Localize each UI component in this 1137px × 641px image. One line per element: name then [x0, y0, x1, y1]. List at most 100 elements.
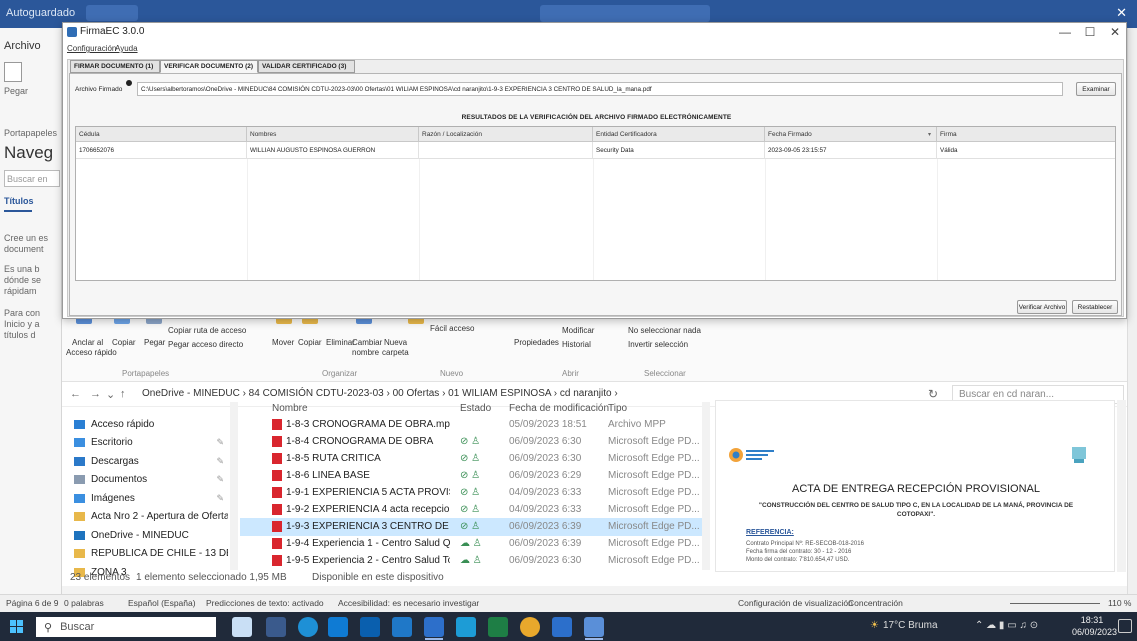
file-row[interactable]: 1-9-4 Experiencia 1 - Centro Salud Quero…: [240, 535, 703, 553]
column-header-status[interactable]: Estado: [460, 403, 491, 414]
file-row[interactable]: 1-8-5 RUTA CRITICA ⊘ ♙ 06/09/2023 6:30 Micr…: [240, 450, 703, 468]
minimize-icon[interactable]: —: [1055, 25, 1075, 39]
properties-label[interactable]: Propiedades: [514, 338, 559, 347]
file-row[interactable]: 1-8-4 CRONOGRAMA DE OBRA ⊘ ♙ 06/09/2023 6:…: [240, 433, 703, 451]
zoom-level[interactable]: 110 %: [1108, 598, 1131, 608]
file-row[interactable]: 1-8-3 CRONOGRAMA DE OBRA.mpp 05/09/2023 1…: [240, 416, 703, 434]
paste-label[interactable]: Pegar: [144, 338, 165, 347]
nav-item[interactable]: Descargas ✎: [68, 452, 228, 470]
word-paste-label[interactable]: Pegar: [4, 86, 28, 96]
autosave-label[interactable]: Autoguardado: [6, 7, 75, 19]
menu-help[interactable]: Ayuda: [115, 44, 138, 53]
file-list-scrollbar[interactable]: [702, 402, 710, 570]
word-scrollbar[interactable]: [1127, 28, 1137, 598]
language-indicator[interactable]: Español (España): [128, 598, 196, 608]
copy-path-button[interactable]: Copiar ruta de acceso: [168, 326, 246, 335]
word-search-box[interactable]: [540, 5, 710, 22]
pin-icon[interactable]: ✎: [216, 474, 224, 485]
new-folder-label-2[interactable]: carpeta: [382, 348, 409, 357]
preview-scrollbar[interactable]: [1117, 400, 1126, 572]
weather-widget[interactable]: ☀ 17°C Bruma: [870, 620, 938, 631]
word-close-icon[interactable]: ✕: [1116, 5, 1127, 21]
nav-item[interactable]: Acceso rápido: [68, 415, 228, 433]
column-header-razon[interactable]: Razón / Localización: [419, 127, 593, 142]
column-header-date[interactable]: Fecha de modificación: [509, 403, 609, 414]
reset-button[interactable]: Restablecer: [1072, 300, 1118, 314]
column-header-fecha[interactable]: Fecha Firmado: [765, 127, 937, 142]
select-none-button[interactable]: No seleccionar nada: [628, 326, 701, 335]
tab-verify-document[interactable]: VERIFICAR DOCUMENTO (2): [160, 60, 258, 73]
back-icon[interactable]: ←: [70, 388, 81, 400]
column-header-firma[interactable]: Firma: [937, 127, 1115, 142]
system-tray-icons[interactable]: ⌃ ☁ ▮ ▭ ♫ ⊙: [975, 620, 1038, 631]
nav-search-input[interactable]: Buscar en: [4, 170, 60, 187]
windows-start-icon[interactable]: [10, 620, 23, 633]
mail-icon[interactable]: [360, 617, 380, 637]
nav-item[interactable]: OneDrive - MINEDUC: [68, 526, 228, 544]
file-row[interactable]: 1-9-5 Experiencia 2 - Centro Salud Totor…: [240, 552, 703, 570]
nav-tab-titles[interactable]: Títulos: [4, 196, 34, 206]
tab-sign-document[interactable]: FIRMAR DOCUMENTO (1): [70, 60, 160, 73]
pin-label[interactable]: Anclar al: [72, 338, 103, 347]
copy-to-label[interactable]: Copiar: [298, 338, 322, 347]
nav-item[interactable]: Imágenes ✎: [68, 489, 228, 507]
verify-file-button[interactable]: Verificar Archivo: [1017, 300, 1067, 314]
menu-configuration[interactable]: Configuración: [67, 44, 116, 53]
delete-label[interactable]: Eliminar: [326, 338, 355, 347]
invert-selection-button[interactable]: Invertir selección: [628, 340, 688, 349]
column-header-cedula[interactable]: Cédula: [76, 127, 247, 142]
word-count[interactable]: 0 palabras: [64, 598, 104, 608]
file-row[interactable]: 1-9-2 EXPERIENCIA 4 acta recepcion pro..…: [240, 501, 703, 519]
nav-scrollbar[interactable]: [230, 402, 238, 570]
move-to-label[interactable]: Mover: [272, 338, 294, 347]
table-row[interactable]: 1706652076 WILLIAN AUGUSTO ESPINOSA GUER…: [76, 142, 1115, 159]
column-header-type[interactable]: Tipo: [608, 403, 627, 414]
app-icon[interactable]: [552, 617, 572, 637]
paste-icon[interactable]: [4, 62, 22, 82]
tab-validate-certificate[interactable]: VALIDAR CERTIFICADO (3): [258, 60, 355, 73]
close-icon[interactable]: ✕: [1105, 25, 1125, 39]
maximize-icon[interactable]: ☐: [1080, 25, 1100, 39]
app-icon[interactable]: [456, 617, 476, 637]
copy-label[interactable]: Copiar: [112, 338, 136, 347]
paste-shortcut-button[interactable]: Pegar acceso directo: [168, 340, 243, 349]
onedrive-icon[interactable]: [392, 617, 412, 637]
rename-label[interactable]: Cambiar: [352, 338, 382, 347]
column-header-entidad[interactable]: Entidad Certificadora: [593, 127, 765, 142]
text-predictions-status[interactable]: Predicciones de texto: activado: [206, 598, 324, 608]
notification-icon[interactable]: [1118, 619, 1132, 633]
refresh-icon[interactable]: ↻: [928, 387, 938, 401]
breadcrumb[interactable]: OneDrive - MINEDUC › 84 COMISIÓN CDTU-20…: [142, 388, 618, 399]
page-indicator[interactable]: Página 6 de 9: [6, 598, 58, 608]
nav-item[interactable]: Acta Nro 2 - Apertura de Ofertas: [68, 508, 228, 526]
display-settings-button[interactable]: Configuración de visualización: [738, 598, 853, 608]
nav-item[interactable]: REPUBLICA DE CHILE - 13 DE MAY: [68, 545, 228, 563]
rename-label-2[interactable]: nombre: [352, 348, 379, 357]
word-icon[interactable]: [424, 617, 444, 637]
task-view-icon[interactable]: [266, 617, 286, 637]
edge-icon[interactable]: [298, 617, 318, 637]
pin-icon[interactable]: ✎: [216, 456, 224, 467]
pin-icon[interactable]: ✎: [216, 493, 224, 504]
signed-file-path-field[interactable]: C:\Users\albertoramos\OneDrive - MINEDUC…: [137, 82, 1063, 96]
taskbar-search-input[interactable]: ⚲ Buscar: [36, 617, 216, 637]
quick-access-toolbar[interactable]: [86, 5, 138, 21]
quick-access-label[interactable]: Acceso rápido: [66, 348, 117, 357]
chrome-icon[interactable]: [520, 617, 540, 637]
file-row[interactable]: 1-9-3 EXPERIENCIA 3 CENTRO DE SALUD... ⊘ …: [240, 518, 703, 536]
pin-icon[interactable]: ✎: [216, 437, 224, 448]
store-icon[interactable]: [328, 617, 348, 637]
forward-icon[interactable]: →: [90, 388, 101, 400]
nav-item[interactable]: Documentos ✎: [68, 471, 228, 489]
column-header-name[interactable]: Nombre: [272, 403, 308, 414]
edit-button[interactable]: Modificar: [562, 326, 594, 335]
new-folder-label[interactable]: Nueva: [384, 338, 407, 347]
file-row[interactable]: 1-8-6 LINEA BASE ⊘ ♙ 06/09/2023 6:29 Micros…: [240, 467, 703, 485]
excel-icon[interactable]: [488, 617, 508, 637]
easy-access-button[interactable]: Fácil acceso: [430, 324, 474, 333]
word-file-menu[interactable]: Archivo: [4, 40, 41, 52]
up-arrow-icon[interactable]: ↑: [120, 388, 126, 400]
chevron-down-icon[interactable]: ⌄: [106, 388, 115, 401]
firmaec-taskbar-icon[interactable]: [584, 617, 604, 637]
nav-item[interactable]: Escritorio ✎: [68, 434, 228, 452]
